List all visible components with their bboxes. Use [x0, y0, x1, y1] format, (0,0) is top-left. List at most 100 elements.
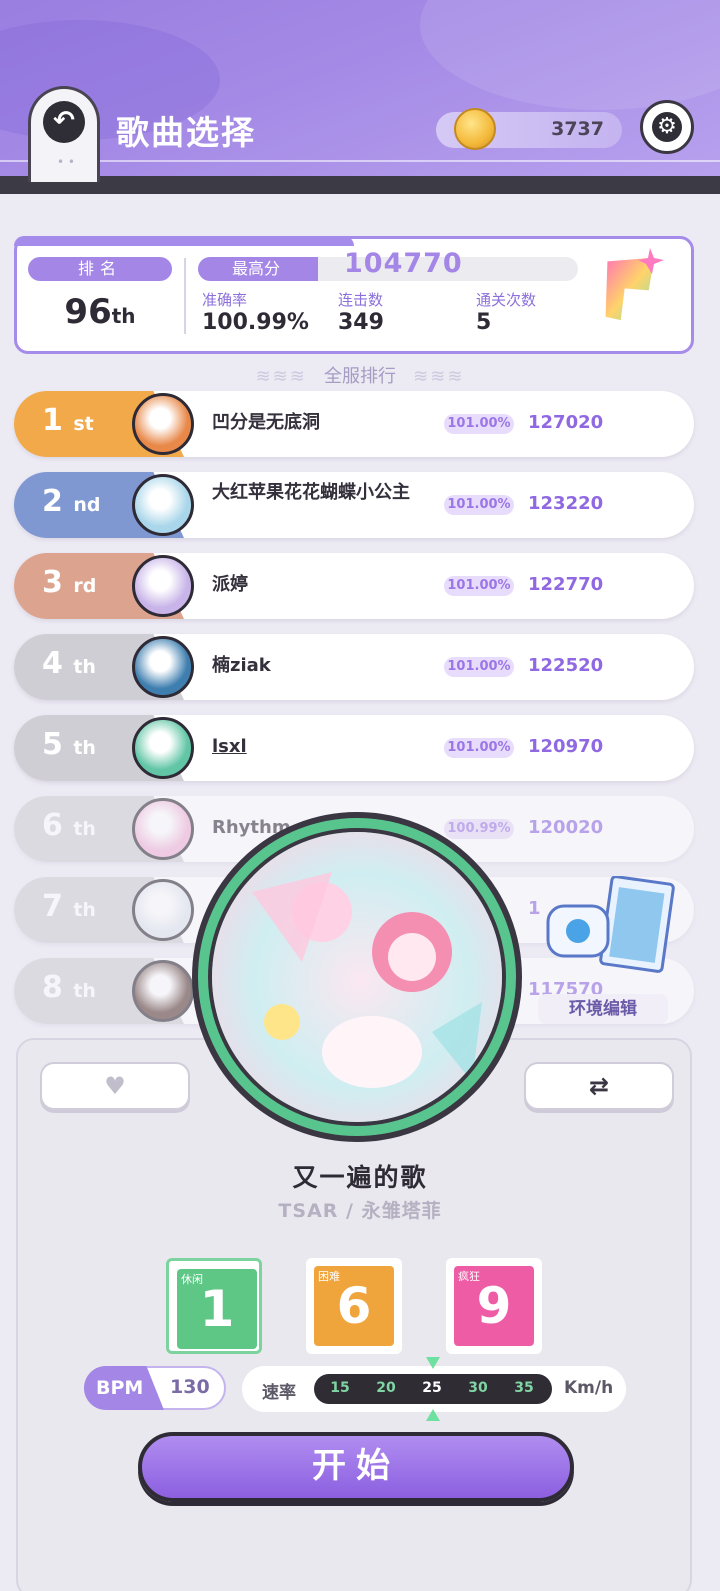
- rank-suffix: th: [73, 818, 96, 840]
- accuracy-badge: 100.99%: [444, 819, 514, 839]
- card-top-strip: [14, 236, 354, 246]
- header-stripe: [0, 160, 720, 162]
- accuracy-badge: 101.00%: [444, 738, 514, 758]
- rank-suffix: th: [73, 899, 96, 921]
- difficulty-card[interactable]: 6 困难: [306, 1258, 402, 1354]
- avatar[interactable]: [132, 474, 194, 536]
- accuracy-badge: 101.00%: [444, 495, 514, 515]
- dots-decoration: • •: [57, 155, 75, 169]
- accuracy-badge: 101.00%: [444, 414, 514, 434]
- avatar[interactable]: [132, 798, 194, 860]
- settings-button[interactable]: ⚙: [640, 100, 694, 154]
- avatar[interactable]: [132, 879, 194, 941]
- leaderboard-row[interactable]: 2 nd 大红苹果花花蝴蝶小公主 101.00% 123220: [14, 472, 694, 538]
- back-arrow-icon: ↶: [43, 101, 85, 143]
- gear-icon: ⚙: [652, 112, 682, 142]
- rank-number: 1 st: [42, 403, 94, 438]
- rank-number: 7 th: [42, 889, 96, 924]
- difficulty-label: 疯狂: [458, 1270, 480, 1283]
- rank-suffix: nd: [73, 494, 101, 516]
- difficulty-card[interactable]: 1 休闲: [166, 1258, 262, 1354]
- avatar[interactable]: [132, 960, 194, 1022]
- speed-label: 速率: [262, 1383, 296, 1403]
- difficulty-label: 困难: [318, 1270, 340, 1283]
- song-title: 又一遍的歌: [292, 1163, 428, 1192]
- best-score-label: 最高分: [198, 257, 318, 281]
- rank-digit: 7: [42, 889, 63, 924]
- avatar[interactable]: [132, 717, 194, 779]
- player-score: 122520: [528, 655, 604, 676]
- heart-icon: ♥: [104, 1072, 126, 1100]
- speed-option[interactable]: 25: [412, 1380, 452, 1396]
- clears-value: 5: [476, 310, 492, 335]
- player-name: 派婷: [212, 574, 248, 595]
- environment-icon[interactable]: [538, 876, 678, 980]
- start-button[interactable]: 开始: [138, 1432, 574, 1502]
- speed-unit: Km/h: [564, 1378, 614, 1398]
- accuracy-badge: 101.00%: [444, 657, 514, 677]
- speed-option[interactable]: 35: [504, 1380, 544, 1396]
- accuracy-badge: 101.00%: [444, 576, 514, 596]
- rank-suffix: th: [73, 656, 96, 678]
- coin-value: 3737: [551, 118, 604, 140]
- leaderboard-row[interactable]: 4 th 楠ziak 101.00% 122520: [14, 634, 694, 700]
- grade-badge-icon: [602, 248, 664, 324]
- header-decoration: [420, 0, 720, 110]
- rank-number: 5 th: [42, 727, 96, 762]
- accuracy-value: 100.99%: [202, 310, 309, 335]
- header-bar: [0, 0, 720, 182]
- rank-label: 排名: [28, 257, 172, 281]
- rank-digit: 1: [42, 403, 63, 438]
- speed-option[interactable]: 20: [366, 1380, 406, 1396]
- rank-suffix: th: [73, 737, 96, 759]
- global-ranking-label: ≋≋≋ 全服排行 ≋≋≋: [255, 366, 465, 387]
- speed-option[interactable]: 30: [458, 1380, 498, 1396]
- stats-divider: [184, 258, 186, 334]
- avatar[interactable]: [132, 636, 194, 698]
- back-button[interactable]: ↶ • •: [28, 86, 100, 182]
- rank-digit: 8: [42, 970, 63, 1005]
- rank-digit: 3: [42, 565, 63, 600]
- clears-label: 通关次数: [476, 291, 537, 309]
- rank-digit: 4: [42, 646, 63, 681]
- avatar[interactable]: [132, 393, 194, 455]
- favorite-button[interactable]: ♥: [40, 1062, 190, 1110]
- player-score: 120970: [528, 736, 604, 757]
- player-name: 大红苹果花花蝴蝶小公主: [212, 482, 410, 503]
- environment-edit-button[interactable]: 环境编辑: [538, 994, 668, 1024]
- rank-value: 96th: [64, 292, 136, 332]
- difficulty-label: 休闲: [181, 1273, 203, 1286]
- rank-number: 2 nd: [42, 484, 100, 519]
- shuffle-icon: ⇄: [588, 1072, 610, 1100]
- rank-number: 6 th: [42, 808, 96, 843]
- accuracy-label: 准确率: [202, 291, 248, 309]
- rank-digit: 2: [42, 484, 63, 519]
- combo-value: 349: [338, 310, 384, 335]
- rank-digit: 6: [42, 808, 63, 843]
- song-cover-art: [208, 828, 506, 1126]
- speed-marker-bottom-icon: [426, 1409, 440, 1421]
- player-name: 凹分是无底洞: [212, 412, 320, 433]
- rank-number: 8 th: [42, 970, 96, 1005]
- leaderboard-row[interactable]: 1 st 凹分是无底洞 101.00% 127020: [14, 391, 694, 457]
- rank-suffix: st: [73, 413, 94, 435]
- header-divider: [0, 176, 720, 194]
- best-score-value: 104770: [344, 248, 463, 279]
- speed-option[interactable]: 15: [320, 1380, 360, 1396]
- coin-icon: [454, 108, 496, 150]
- page-title: 歌曲选择: [116, 113, 256, 152]
- avatar[interactable]: [132, 555, 194, 617]
- leaderboard-row[interactable]: 3 rd 派婷 101.00% 122770: [14, 553, 694, 619]
- player-score: 127020: [528, 412, 604, 433]
- combo-label: 连击数: [338, 291, 384, 309]
- rank-number: 4 th: [42, 646, 96, 681]
- shuffle-button[interactable]: ⇄: [524, 1062, 674, 1110]
- difficulty-card[interactable]: 9 疯狂: [446, 1258, 542, 1354]
- leaderboard-row[interactable]: 5 th lsxl 101.00% 120970: [14, 715, 694, 781]
- speed-marker-top-icon: [426, 1357, 440, 1369]
- rank-suffix: th: [73, 980, 96, 1002]
- player-name: 楠ziak: [212, 655, 271, 676]
- player-name: lsxl: [212, 736, 247, 757]
- bpm-value: 130: [170, 1376, 210, 1398]
- rank-number: 3 rd: [42, 565, 96, 600]
